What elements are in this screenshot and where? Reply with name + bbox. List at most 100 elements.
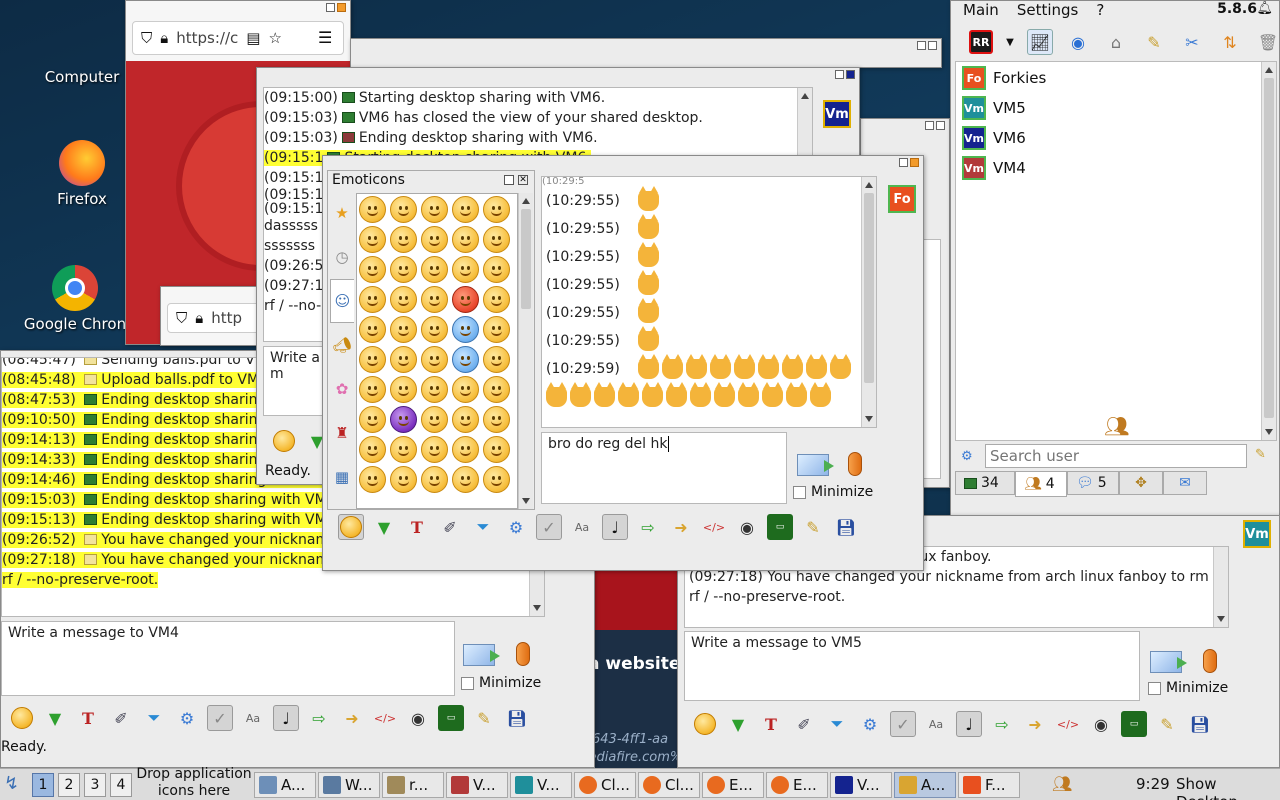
menu-icon[interactable]: ☰ (318, 28, 332, 47)
task-button[interactable]: W... (318, 772, 380, 798)
forkies-send-icon[interactable] (797, 454, 834, 476)
emoticon-icon[interactable] (452, 376, 479, 403)
emoticon-icon[interactable] (359, 196, 386, 223)
category-recent-icon[interactable]: ◷ (330, 235, 354, 279)
emoticon-icon[interactable] (421, 466, 448, 493)
emoticon-icon[interactable] (421, 226, 448, 253)
vm5-mic-icon[interactable] (1203, 649, 1217, 673)
category-favorites-icon[interactable]: ★ (330, 191, 354, 235)
broadcast-icon[interactable]: ◉ (1065, 29, 1091, 55)
emoticon-icon[interactable] (692, 711, 718, 737)
forkies-minimize-checkbox[interactable]: Minimize (793, 484, 873, 500)
emoticon-icon[interactable] (359, 346, 386, 373)
emoticon-scrollbar[interactable] (518, 193, 533, 509)
emoticon-icon[interactable] (390, 466, 417, 493)
tab-chats[interactable]: 💬︎ 5 (1067, 471, 1119, 495)
desktop-icon-chrome[interactable]: Google Chron (20, 265, 130, 333)
reader-icon[interactable]: ▤ (246, 29, 260, 47)
trash-icon[interactable]: 🗑︎ (1255, 29, 1279, 55)
file-transfer-icon[interactable]: ➜ (339, 705, 365, 731)
notes-icon[interactable]: ✎ (1154, 711, 1180, 737)
task-button[interactable]: E... (702, 772, 764, 798)
emoticon-icon[interactable] (452, 196, 479, 223)
menu-settings[interactable]: Settings (1017, 1, 1079, 21)
emoticon-icon[interactable] (483, 316, 510, 343)
workspace-2[interactable]: 2 (58, 773, 80, 797)
code-icon[interactable]: </> (701, 514, 727, 540)
task-button[interactable]: E... (766, 772, 828, 798)
webcam-icon[interactable]: ◉ (734, 514, 760, 540)
tab-users[interactable]: 👥︎ 4 (1015, 471, 1067, 497)
emoticons-close-icon[interactable]: ✕ (518, 175, 528, 185)
task-button[interactable]: A... (254, 772, 316, 798)
task-button[interactable]: F... (958, 772, 1020, 798)
vm4-send-icon[interactable] (463, 644, 500, 666)
vm4-minimize-checkbox[interactable]: Minimize (461, 675, 541, 691)
font-icon[interactable]: T (758, 711, 784, 737)
emoticon-icon[interactable] (452, 256, 479, 283)
emoticon-icon[interactable] (452, 346, 479, 373)
edit-icon[interactable]: ✎ (1141, 29, 1167, 55)
emoticon-icon[interactable] (390, 376, 417, 403)
house-icon[interactable]: ⌂ (1103, 29, 1129, 55)
text-size-icon[interactable]: Aa (923, 711, 949, 737)
emoticon-icon[interactable] (359, 466, 386, 493)
emoticon-icon[interactable] (359, 436, 386, 463)
emoticon-icon[interactable] (359, 286, 386, 313)
emoticon-icon[interactable] (390, 406, 417, 433)
url-bar[interactable]: ⛉ 🔒︎ https://c ▤ ☆ (132, 21, 344, 55)
save-icon[interactable]: 💾︎ (833, 514, 859, 540)
desktop-share-icon[interactable]: ▭ (438, 705, 464, 731)
emoticon-icon[interactable] (483, 406, 510, 433)
settings-icon[interactable]: ⚙ (503, 514, 529, 540)
color-icon[interactable]: ✐ (791, 711, 817, 737)
workspace-4[interactable]: 4 (110, 773, 132, 797)
emoticon-icon[interactable] (452, 226, 479, 253)
category-announce-icon[interactable]: 📣︎ (330, 323, 354, 367)
save-icon[interactable]: 💾︎ (504, 705, 530, 731)
down-arrow-icon[interactable]: ▼ (725, 711, 751, 737)
emoticon-icon[interactable] (483, 196, 510, 223)
webcam-icon[interactable]: ◉ (405, 705, 431, 731)
user-row-forkies[interactable]: Fo Forkies (962, 66, 1046, 90)
tray-users-icon[interactable]: 👥︎ (1052, 774, 1072, 793)
show-desktop-button[interactable]: Show Desktop (1176, 775, 1280, 800)
search-user-input[interactable] (985, 444, 1247, 468)
emoticon-icon[interactable] (390, 226, 417, 253)
vm5-minimize-checkbox[interactable]: Minimize (1148, 680, 1228, 696)
task-button[interactable]: V... (510, 772, 572, 798)
user-list-scrollbar[interactable] (1261, 62, 1276, 440)
emoticon-icon[interactable] (390, 196, 417, 223)
spellcheck-icon[interactable]: ✓ (207, 705, 233, 731)
emoticon-icon[interactable] (452, 436, 479, 463)
transfer-icon[interactable]: ⇅ (1217, 29, 1243, 55)
workspace-3[interactable]: 3 (84, 773, 106, 797)
share-icon[interactable]: ⇨ (635, 514, 661, 540)
font-icon[interactable]: T (404, 514, 430, 540)
color-icon[interactable]: ✐ (108, 705, 134, 731)
filter-icon[interactable]: ⏷ (141, 705, 167, 731)
vm5-log-scrollbar[interactable] (1213, 547, 1228, 627)
emoticon-icon[interactable] (421, 196, 448, 223)
font-icon[interactable]: T (75, 705, 101, 731)
emoticon-icon[interactable] (483, 466, 510, 493)
desktop-icon-computer[interactable]: Computer (40, 68, 124, 86)
bell-icon[interactable]: 🔔︎ (1256, 1, 1273, 16)
workspace-1[interactable]: 1 (32, 773, 54, 797)
emoticon-icon[interactable] (452, 406, 479, 433)
emoticon-icon[interactable] (359, 406, 386, 433)
text-size-icon[interactable]: Aa (240, 705, 266, 731)
vm4-mic-icon[interactable] (516, 642, 530, 666)
sound-icon[interactable]: ♩ (273, 705, 299, 731)
star-icon[interactable]: ☆ (268, 29, 281, 47)
task-button[interactable]: V... (830, 772, 892, 798)
file-transfer-icon[interactable]: ➜ (668, 514, 694, 540)
start-menu-icon[interactable]: ↯ (4, 773, 19, 794)
webcam-icon[interactable]: ◉ (1088, 711, 1114, 737)
emoticon-icon[interactable] (483, 436, 510, 463)
user-row-vm4[interactable]: Vm VM4 (962, 156, 1026, 180)
filter-icon[interactable]: ⏷ (470, 514, 496, 540)
category-symbols-icon[interactable]: ▦ (330, 455, 354, 499)
emoticon-icon[interactable] (359, 376, 386, 403)
emoticon-icon[interactable] (421, 406, 448, 433)
